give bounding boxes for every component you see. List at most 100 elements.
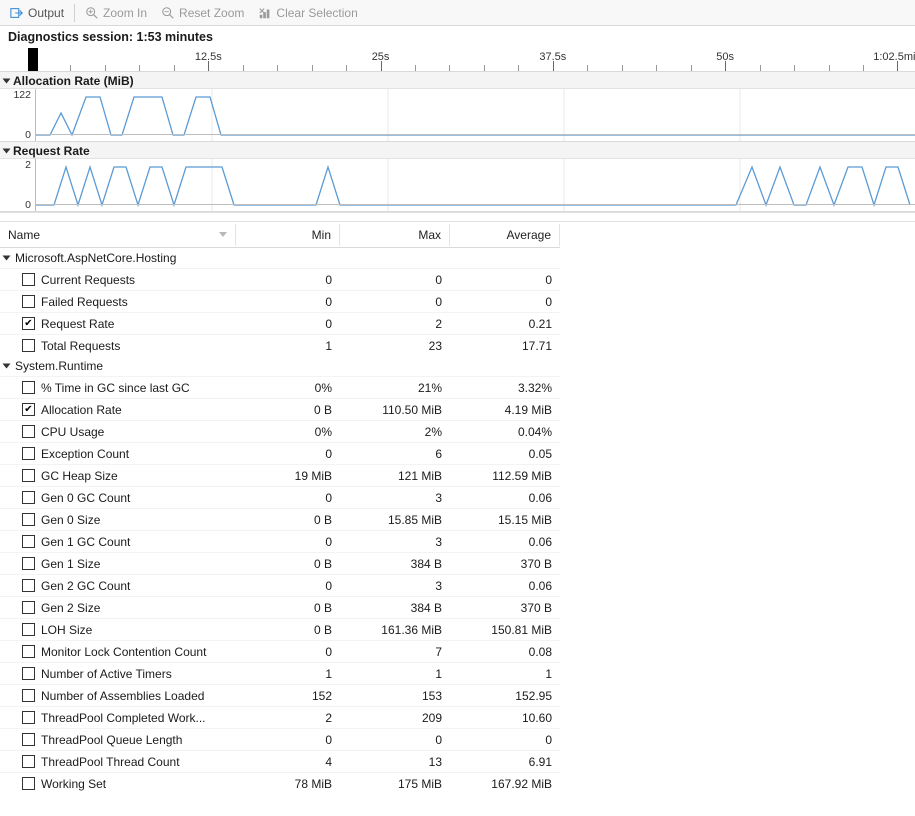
- row-checkbox[interactable]: [22, 711, 35, 724]
- row-max: 2: [340, 315, 450, 333]
- row-checkbox[interactable]: [22, 667, 35, 680]
- col-min[interactable]: Min: [236, 224, 340, 246]
- row-checkbox[interactable]: [22, 513, 35, 526]
- row-name: Number of Assemblies Loaded: [41, 689, 204, 703]
- table-row[interactable]: LOH Size0 B161.36 MiB150.81 MiB: [0, 618, 560, 640]
- table-row[interactable]: Working Set78 MiB175 MiB167.92 MiB: [0, 772, 560, 794]
- row-name: Failed Requests: [41, 295, 128, 309]
- row-checkbox[interactable]: [22, 447, 35, 460]
- row-checkbox[interactable]: [22, 317, 35, 330]
- table-row[interactable]: Number of Active Timers111: [0, 662, 560, 684]
- output-button[interactable]: Output: [4, 4, 70, 22]
- row-max: 3: [340, 533, 450, 551]
- pane-divider[interactable]: [0, 212, 915, 222]
- table-row[interactable]: ThreadPool Queue Length000: [0, 728, 560, 750]
- ruler-tick-label: 37.5s: [539, 51, 566, 63]
- row-checkbox[interactable]: [22, 381, 35, 394]
- table-row[interactable]: Gen 0 Size0 B15.85 MiB15.15 MiB: [0, 508, 560, 530]
- row-checkbox[interactable]: [22, 273, 35, 286]
- chart-plot[interactable]: [36, 159, 915, 211]
- row-avg: 1: [450, 665, 560, 683]
- row-max: 121 MiB: [340, 467, 450, 485]
- row-min: 0%: [236, 379, 340, 397]
- session-label: Diagnostics session: 1:53 minutes: [0, 26, 915, 46]
- table-row[interactable]: Gen 0 GC Count030.06: [0, 486, 560, 508]
- row-max: 0: [340, 731, 450, 749]
- sort-arrow-icon: [219, 232, 227, 237]
- chart-title: Request Rate: [13, 144, 90, 158]
- table-row[interactable]: Monitor Lock Contention Count070.08: [0, 640, 560, 662]
- row-checkbox[interactable]: [22, 623, 35, 636]
- table-row[interactable]: % Time in GC since last GC0%21%3.32%: [0, 376, 560, 398]
- row-checkbox[interactable]: [22, 403, 35, 416]
- row-min: 0: [236, 315, 340, 333]
- chart-title: Allocation Rate (MiB): [13, 74, 134, 88]
- reset-zoom-button[interactable]: Reset Zoom: [155, 4, 250, 22]
- row-min: 0: [236, 293, 340, 311]
- table-row[interactable]: Number of Assemblies Loaded152153152.95: [0, 684, 560, 706]
- chart-header-allocation[interactable]: Allocation Rate (MiB): [0, 72, 915, 89]
- table-row[interactable]: Total Requests12317.71: [0, 334, 560, 356]
- row-name: Request Rate: [41, 317, 114, 331]
- table-row[interactable]: CPU Usage0%2%0.04%: [0, 420, 560, 442]
- row-min: 2: [236, 709, 340, 727]
- session-prefix: Diagnostics session:: [8, 30, 137, 44]
- group-name: Microsoft.AspNetCore.Hosting: [15, 251, 176, 265]
- row-checkbox[interactable]: [22, 557, 35, 570]
- table-row[interactable]: Failed Requests000: [0, 290, 560, 312]
- row-checkbox[interactable]: [22, 339, 35, 352]
- table-row[interactable]: Gen 2 Size0 B384 B370 B: [0, 596, 560, 618]
- col-max[interactable]: Max: [340, 224, 450, 246]
- time-ruler[interactable]: 12.5s25s37.5s50s1:02.5min: [0, 48, 915, 72]
- reset-zoom-icon: [161, 6, 175, 20]
- row-max: 110.50 MiB: [340, 401, 450, 419]
- clear-selection-button[interactable]: Clear Selection: [252, 4, 363, 22]
- row-checkbox[interactable]: [22, 579, 35, 592]
- table-row[interactable]: Gen 2 GC Count030.06: [0, 574, 560, 596]
- row-max: 0: [340, 271, 450, 289]
- chart-header-request[interactable]: Request Rate: [0, 142, 915, 159]
- row-avg: 0.06: [450, 577, 560, 595]
- row-max: 2%: [340, 423, 450, 441]
- table-row[interactable]: Exception Count060.05: [0, 442, 560, 464]
- row-checkbox[interactable]: [22, 689, 35, 702]
- output-icon: [10, 6, 24, 20]
- table-row[interactable]: Allocation Rate0 B110.50 MiB4.19 MiB: [0, 398, 560, 420]
- row-checkbox[interactable]: [22, 777, 35, 790]
- row-max: 6: [340, 445, 450, 463]
- grid-header: Name Min Max Average: [0, 222, 560, 248]
- row-checkbox[interactable]: [22, 733, 35, 746]
- collapse-icon: [3, 149, 11, 154]
- clear-selection-icon: [258, 6, 272, 20]
- output-label: Output: [28, 6, 64, 20]
- table-row[interactable]: ThreadPool Completed Work...220910.60: [0, 706, 560, 728]
- group-row[interactable]: System.Runtime: [0, 356, 560, 376]
- table-row[interactable]: Request Rate020.21: [0, 312, 560, 334]
- row-checkbox[interactable]: [22, 535, 35, 548]
- table-row[interactable]: ThreadPool Thread Count4136.91: [0, 750, 560, 772]
- row-avg: 4.19 MiB: [450, 401, 560, 419]
- row-checkbox[interactable]: [22, 601, 35, 614]
- col-name-label: Name: [8, 228, 40, 242]
- col-avg[interactable]: Average: [450, 224, 560, 246]
- toolbar-separator: [74, 4, 75, 22]
- row-checkbox[interactable]: [22, 295, 35, 308]
- zoom-in-button[interactable]: Zoom In: [79, 4, 153, 22]
- selection-marker[interactable]: [28, 48, 38, 71]
- row-avg: 0: [450, 293, 560, 311]
- table-row[interactable]: Gen 1 Size0 B384 B370 B: [0, 552, 560, 574]
- group-row[interactable]: Microsoft.AspNetCore.Hosting: [0, 248, 560, 268]
- col-name[interactable]: Name: [0, 224, 236, 246]
- table-row[interactable]: Gen 1 GC Count030.06: [0, 530, 560, 552]
- table-row[interactable]: GC Heap Size19 MiB121 MiB112.59 MiB: [0, 464, 560, 486]
- ruler-tick-label: 50s: [716, 51, 734, 63]
- row-checkbox[interactable]: [22, 645, 35, 658]
- row-checkbox[interactable]: [22, 469, 35, 482]
- row-checkbox[interactable]: [22, 491, 35, 504]
- row-avg: 17.71: [450, 337, 560, 355]
- chart-plot[interactable]: [36, 89, 915, 141]
- row-checkbox[interactable]: [22, 755, 35, 768]
- row-checkbox[interactable]: [22, 425, 35, 438]
- table-row[interactable]: Current Requests000: [0, 268, 560, 290]
- row-name: ThreadPool Thread Count: [41, 755, 180, 769]
